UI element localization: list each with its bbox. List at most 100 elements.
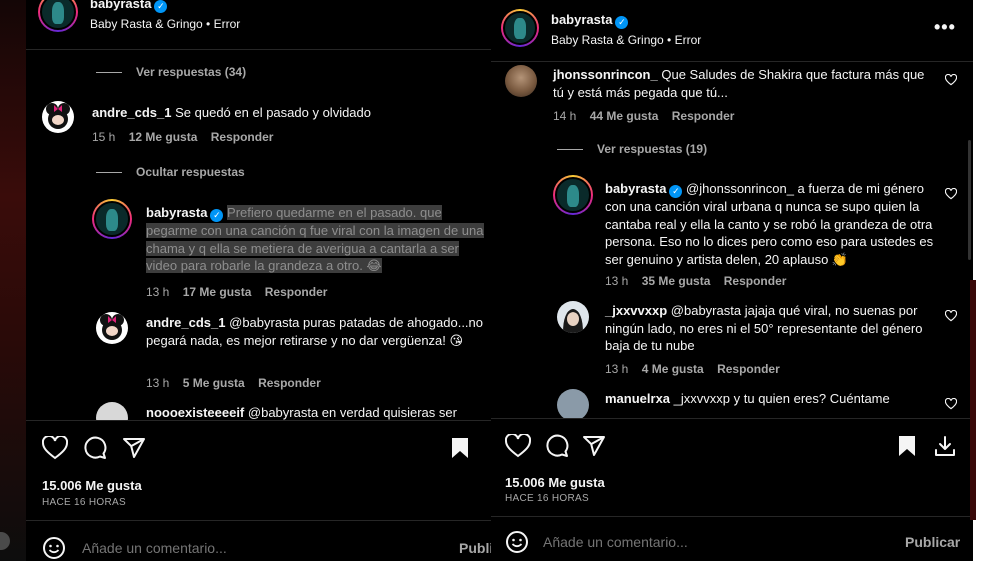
- reply-meta: 13 h 5 Me gusta Responder: [146, 376, 331, 390]
- reply: babyrasta ✓ @jhonssonrincon_ a fuerza de …: [605, 180, 937, 268]
- comment: andre_cds_1 Se quedó en el pasado y olvi…: [92, 104, 472, 122]
- view-replies-label: Ver respuestas (19): [597, 142, 708, 156]
- list-clip: [26, 420, 491, 434]
- reply-meta: 13 h 4 Me gusta Responder: [605, 362, 790, 376]
- comment-username[interactable]: jhonssonrincon_: [553, 67, 658, 82]
- share-send-icon[interactable]: [122, 436, 146, 460]
- comment-divider: [491, 516, 973, 517]
- like-comment-heart-icon[interactable]: [945, 74, 957, 86]
- bookmark-save-icon[interactable]: [450, 436, 470, 460]
- header-divider: [26, 49, 491, 50]
- author-username[interactable]: babyrasta: [551, 12, 612, 27]
- hide-replies-button[interactable]: Ocultar respuestas: [96, 165, 245, 179]
- reply-username[interactable]: babyrasta: [146, 205, 207, 220]
- like-reply-heart-icon[interactable]: [945, 398, 957, 410]
- reply-time: 13 h: [605, 362, 629, 376]
- list-clip: [491, 418, 973, 428]
- like-reply-heart-icon[interactable]: [945, 310, 957, 322]
- likes-count[interactable]: 15.006 Me gusta: [505, 475, 605, 490]
- actions-divider: [26, 420, 491, 421]
- comment-time: 14 h: [553, 109, 577, 123]
- reply-user-row[interactable]: babyrasta ✓: [605, 181, 683, 198]
- comment-meta: 15 h 12 Me gusta Responder: [92, 130, 283, 144]
- reply-time: 13 h: [146, 285, 170, 299]
- reply-meta: 13 h 35 Me gusta Responder: [605, 274, 796, 288]
- post-time-ago: HACE 16 HORAS: [42, 497, 126, 508]
- comment-bubble-icon[interactable]: [545, 434, 569, 458]
- reply-username[interactable]: noooexisteeeeif: [146, 405, 244, 420]
- reply-likes[interactable]: 35 Me gusta: [642, 274, 711, 288]
- post-panel-right: babyrasta ✓ Baby Rasta & Gringo • Error •…: [491, 0, 973, 561]
- view-replies-button[interactable]: Ver respuestas (34): [96, 65, 246, 79]
- comment-text: Se quedó en el pasado y olvidado: [175, 105, 372, 120]
- verified-badge-icon: ✓: [615, 16, 629, 29]
- publish-button[interactable]: Publicar: [905, 534, 960, 550]
- comment-likes[interactable]: 44 Me gusta: [590, 109, 659, 123]
- reply-username[interactable]: manuelrxa: [605, 391, 670, 406]
- scrollbar[interactable]: [968, 140, 971, 260]
- commenter-avatar[interactable]: [505, 65, 537, 97]
- reply-likes[interactable]: 17 Me gusta: [183, 285, 252, 299]
- post-subline[interactable]: Baby Rasta & Gringo • Error: [90, 17, 240, 31]
- comment-divider: [26, 520, 491, 521]
- comment: jhonssonrincon_ Que Saludes de Shakira q…: [553, 66, 933, 101]
- reply-meta: 13 h 17 Me gusta Responder: [146, 285, 337, 299]
- reply-time: 13 h: [605, 274, 629, 288]
- verified-badge-icon: ✓: [210, 209, 224, 222]
- hide-replies-label: Ocultar respuestas: [136, 165, 245, 179]
- reply-avatar[interactable]: [557, 301, 589, 333]
- author-avatar[interactable]: [38, 0, 78, 32]
- post-subline[interactable]: Baby Rasta & Gringo • Error: [551, 33, 701, 47]
- reply-avatar[interactable]: [96, 312, 128, 344]
- reply-avatar[interactable]: [557, 389, 589, 421]
- post-time-ago: HACE 16 HORAS: [505, 493, 589, 504]
- emoji-smiley-icon[interactable]: [42, 536, 66, 560]
- author-username-row[interactable]: babyrasta ✓: [551, 12, 629, 29]
- verified-badge-icon: ✓: [669, 185, 683, 198]
- reply-button[interactable]: Responder: [672, 109, 735, 123]
- like-heart-icon[interactable]: [42, 436, 68, 460]
- reply-username[interactable]: _jxxvvxxp: [605, 303, 667, 318]
- reply-username[interactable]: andre_cds_1: [146, 315, 226, 330]
- background-strip: [0, 0, 26, 561]
- comment-username[interactable]: andre_cds_1: [92, 105, 172, 120]
- actions-divider: [491, 418, 973, 419]
- background-strip-accent: [970, 280, 976, 520]
- view-replies-button[interactable]: Ver respuestas (19): [557, 142, 707, 156]
- share-send-icon[interactable]: [582, 434, 606, 458]
- more-options-icon[interactable]: •••: [934, 17, 956, 38]
- emoji-smiley-icon[interactable]: [505, 530, 529, 554]
- reply-button[interactable]: Responder: [211, 130, 274, 144]
- view-replies-label: Ver respuestas (34): [136, 65, 247, 79]
- like-reply-heart-icon[interactable]: [945, 188, 957, 200]
- download-icon[interactable]: [933, 434, 957, 458]
- reply-avatar[interactable]: [92, 199, 132, 239]
- add-comment-input[interactable]: [543, 532, 863, 552]
- reply-button[interactable]: Responder: [717, 362, 780, 376]
- likes-count[interactable]: 15.006 Me gusta: [42, 478, 142, 493]
- reply-button[interactable]: Responder: [265, 285, 328, 299]
- reply-button[interactable]: Responder: [724, 274, 787, 288]
- reply: noooexisteeeeif @babyrasta en verdad qui…: [146, 404, 484, 420]
- reply-likes[interactable]: 4 Me gusta: [642, 362, 704, 376]
- publish-button[interactable]: Publi: [459, 540, 491, 556]
- like-heart-icon[interactable]: [505, 434, 531, 458]
- reply-button[interactable]: Responder: [258, 376, 321, 390]
- reply-likes[interactable]: 5 Me gusta: [183, 376, 245, 390]
- author-avatar[interactable]: [501, 9, 539, 47]
- reply-time: 13 h: [146, 376, 170, 390]
- comment-likes[interactable]: 12 Me gusta: [129, 130, 198, 144]
- reply-avatar[interactable]: [553, 175, 593, 215]
- verified-badge-icon: ✓: [154, 0, 168, 13]
- reply-text: @babyrasta en verdad quisieras ser: [247, 405, 457, 420]
- reply-user-row[interactable]: babyrasta ✓: [146, 205, 224, 222]
- reply-username[interactable]: babyrasta: [605, 181, 666, 196]
- author-username[interactable]: babyrasta: [90, 0, 151, 11]
- add-comment-input[interactable]: [82, 538, 402, 558]
- comment-bubble-icon[interactable]: [83, 436, 107, 460]
- bookmark-save-icon[interactable]: [897, 434, 917, 458]
- commenter-avatar[interactable]: [42, 101, 74, 133]
- post-panel-left: babyrasta ✓ Baby Rasta & Gringo • Error V…: [26, 0, 491, 561]
- author-username-row[interactable]: babyrasta ✓: [90, 0, 168, 13]
- comment-meta: 14 h 44 Me gusta Responder: [553, 109, 744, 123]
